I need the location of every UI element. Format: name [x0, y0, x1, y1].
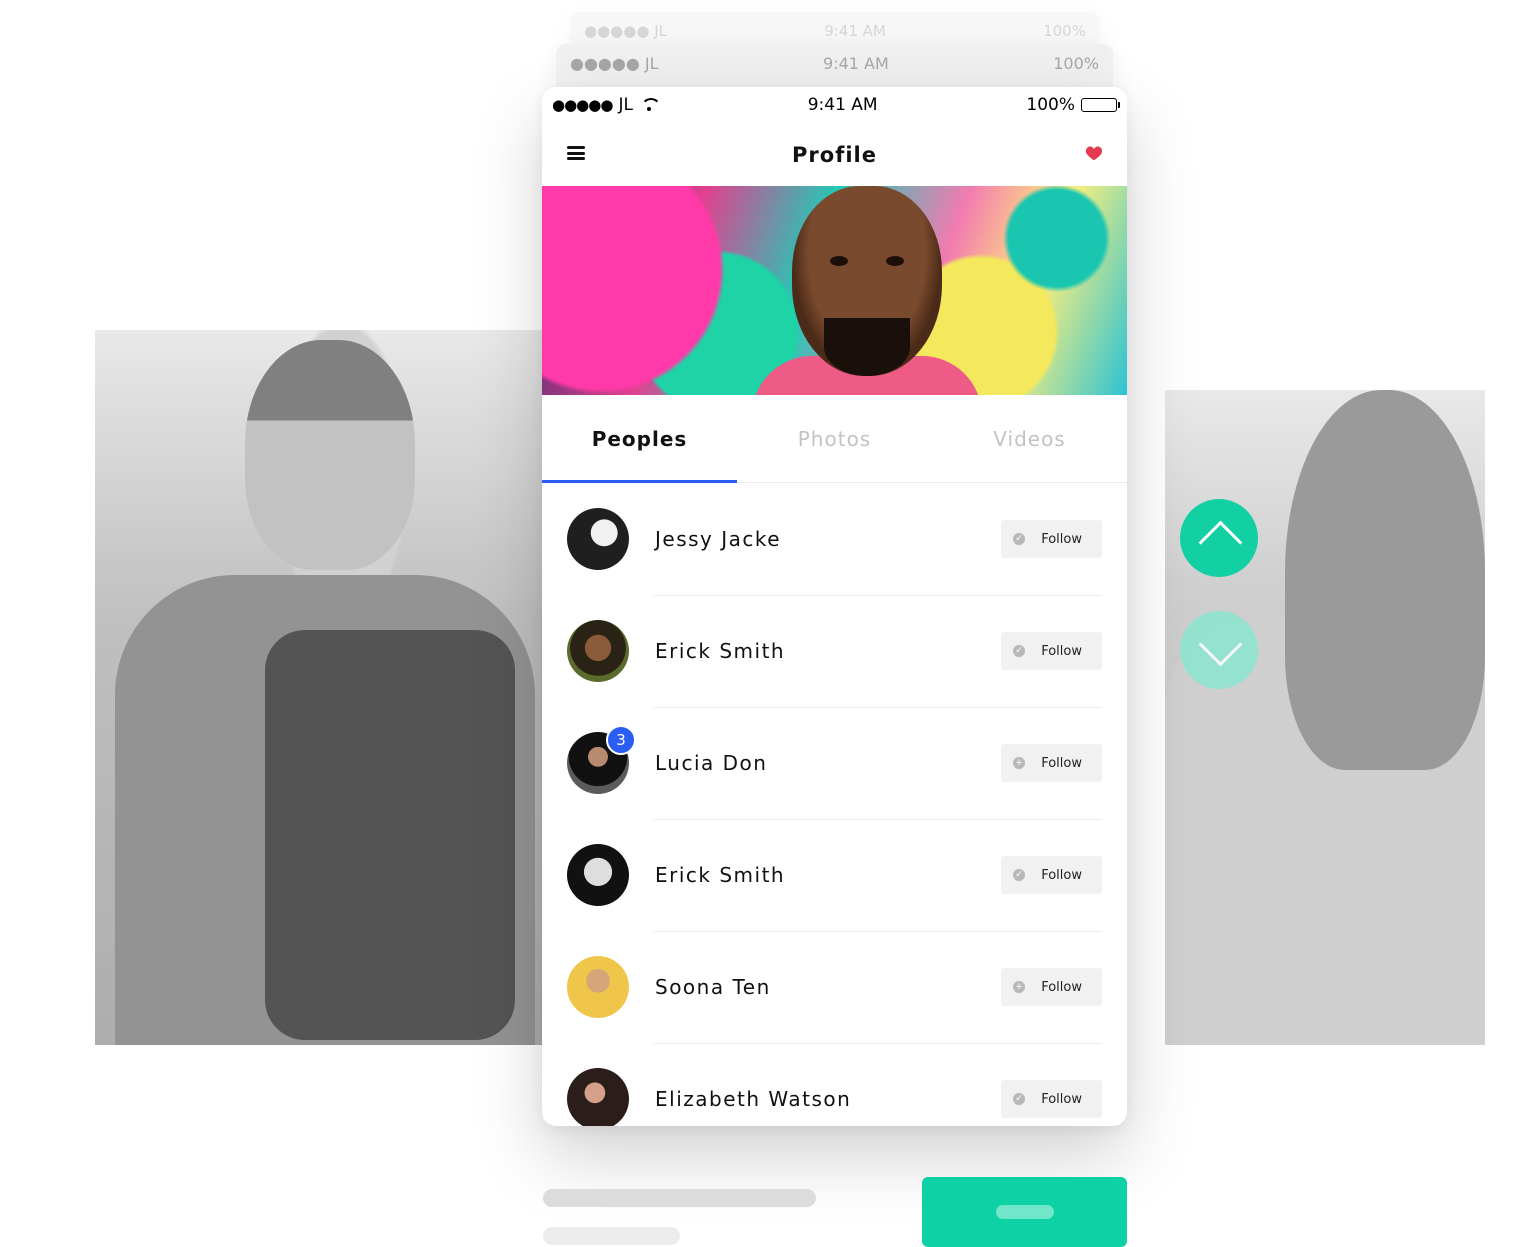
person-hair [1285, 390, 1485, 770]
page-title: Profile [792, 142, 877, 167]
chevron-down-icon[interactable] [1180, 611, 1258, 689]
follow-button[interactable]: ✓ Follow [1001, 632, 1102, 670]
text-placeholder-line [543, 1189, 816, 1207]
avatar[interactable] [567, 844, 629, 906]
cover-face [792, 186, 942, 376]
follow-button[interactable]: + Follow [1001, 744, 1102, 782]
ghost-time: 9:41 AM [824, 22, 886, 40]
notification-badge: 3 [606, 725, 636, 755]
person-name: Soona Ten [655, 975, 771, 999]
signal-dots: ●●●●● [552, 96, 613, 114]
follow-label: Follow [1041, 1091, 1082, 1107]
list-item: Soona Ten + Follow [542, 931, 1127, 1043]
person-name: Elizabeth Watson [655, 1087, 852, 1111]
background-person-left [95, 330, 545, 1045]
avatar[interactable] [567, 620, 629, 682]
person-name: Lucia Don [655, 751, 768, 775]
heart-icon[interactable] [1085, 145, 1103, 161]
ghost-carrier: ●●●●● JL [570, 54, 659, 73]
person-name: Erick Smith [655, 863, 786, 887]
backpack [265, 630, 515, 1040]
follow-button[interactable]: + Follow [1001, 968, 1102, 1006]
avatar[interactable] [567, 508, 629, 570]
list-item: Erick Smith ✓ Follow [542, 819, 1127, 931]
follow-label: Follow [1041, 643, 1082, 659]
status-time: 9:41 AM [807, 95, 878, 115]
list-item: Jessy Jacke ✓ Follow [542, 483, 1127, 595]
ghost-battery: 100% [1053, 54, 1099, 73]
ghost-status-bar: ●●●●● JL 9:41 AM 100% [570, 22, 1100, 40]
list-item: Elizabeth Watson ✓ Follow [542, 1043, 1127, 1126]
ghost-status-bar: ●●●●● JL 9:41 AM 100% [556, 54, 1113, 73]
person-name: Jessy Jacke [655, 527, 782, 551]
avatar[interactable] [567, 956, 629, 1018]
chevron-up-icon[interactable] [1180, 499, 1258, 577]
follow-button[interactable]: ✓ Follow [1001, 520, 1102, 558]
follow-label: Follow [1041, 755, 1082, 771]
follow-label: Follow [1041, 531, 1082, 547]
check-icon: ✓ [1013, 869, 1025, 881]
profile-cover-photo [542, 186, 1127, 395]
status-bar: ●●●●● JL 9:41 AM 100% [542, 87, 1127, 123]
follow-button[interactable]: ✓ Follow [1001, 856, 1102, 894]
battery-percent: 100% [1026, 95, 1075, 115]
tab-peoples[interactable]: Peoples [542, 395, 737, 483]
person-head [245, 340, 415, 570]
tab-photos[interactable]: Photos [737, 395, 932, 482]
check-icon: ✓ [1013, 533, 1025, 545]
app-bar: Profile [542, 123, 1127, 186]
list-item: Erick Smith ✓ Follow [542, 595, 1127, 707]
check-icon: ✓ [1013, 645, 1025, 657]
text-placeholder-line [543, 1227, 680, 1245]
ghost-time: 9:41 AM [823, 54, 889, 73]
follow-label: Follow [1041, 867, 1082, 883]
list-item: 3 Lucia Don + Follow [542, 707, 1127, 819]
plus-icon: + [1013, 981, 1025, 993]
check-icon: ✓ [1013, 1093, 1025, 1105]
ghost-carrier: ●●●●● JL [584, 22, 667, 40]
profile-tabs: Peoples Photos Videos [542, 395, 1127, 483]
wifi-icon [639, 98, 661, 112]
hamburger-icon[interactable] [567, 146, 585, 160]
tab-videos[interactable]: Videos [932, 395, 1127, 482]
status-right: 100% [1026, 95, 1120, 115]
battery-icon [1080, 98, 1120, 112]
plus-icon: + [1013, 757, 1025, 769]
background-person-right [1165, 390, 1485, 1045]
people-list: Jessy Jacke ✓ Follow Erick Smith ✓ Follo… [542, 483, 1127, 1126]
phone-screen: ●●●●● JL 9:41 AM 100% Profile Peoples Ph… [542, 87, 1127, 1126]
follow-button[interactable]: ✓ Follow [1001, 1080, 1102, 1118]
status-left: ●●●●● JL [552, 95, 661, 115]
avatar[interactable] [567, 1068, 629, 1126]
follow-label: Follow [1041, 979, 1082, 995]
cta-button[interactable] [922, 1177, 1127, 1247]
person-name: Erick Smith [655, 639, 786, 663]
ghost-battery: 100% [1043, 22, 1086, 40]
carrier-name: JL [618, 95, 633, 115]
